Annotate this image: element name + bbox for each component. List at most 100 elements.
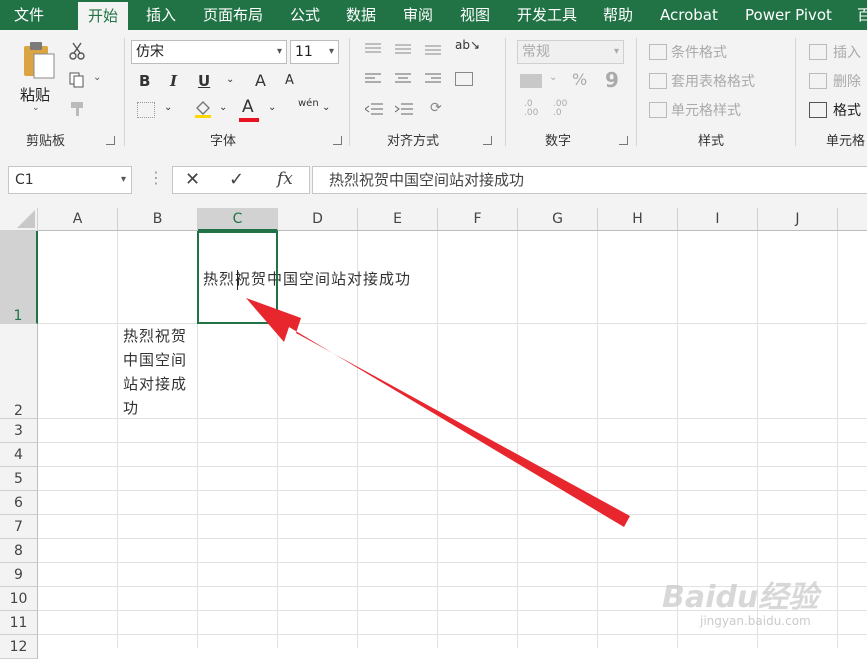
tab-acrobat[interactable]: Acrobat [660, 0, 718, 30]
tab-help[interactable]: 帮助 [603, 0, 633, 30]
align-top-icon[interactable] [365, 42, 381, 56]
fill-handle[interactable] [273, 319, 282, 328]
watermark-logo: Baidu经验 [662, 572, 818, 616]
font-color-chevron-icon[interactable]: ⌄ [268, 102, 276, 113]
row-header-11[interactable]: 11 [0, 611, 38, 635]
font-group-label: 字体 [210, 134, 237, 149]
number-dialog-launcher[interactable] [619, 136, 628, 145]
tab-more[interactable]: 百 [857, 0, 867, 30]
border-chevron-icon[interactable]: ⌄ [164, 102, 172, 113]
column-header-c[interactable]: C [198, 208, 278, 231]
paste-button[interactable]: 粘贴 ⌄ [18, 40, 58, 113]
cell-style-icon [649, 102, 667, 118]
row-header-7[interactable]: 7 [0, 515, 38, 539]
bold-button[interactable]: B [139, 72, 150, 90]
border-icon[interactable] [137, 102, 155, 118]
phonetic-chevron-icon[interactable]: ⌄ [322, 102, 330, 113]
column-header-f[interactable]: F [438, 208, 518, 231]
percent-button[interactable]: % [572, 70, 587, 89]
insert-function-button[interactable]: fx [277, 169, 293, 189]
column-header-j[interactable]: J [758, 208, 838, 231]
cancel-button[interactable]: ✕ [185, 169, 200, 190]
merge-center-icon[interactable] [455, 72, 473, 86]
name-box[interactable]: C1 ▾ [8, 166, 132, 194]
row-header-6[interactable]: 6 [0, 491, 38, 515]
alignment-dialog-launcher[interactable] [483, 136, 492, 145]
align-bottom-icon[interactable] [425, 42, 441, 56]
row-header-2[interactable]: 2 [0, 324, 38, 419]
column-header-b[interactable]: B [118, 208, 198, 231]
currency-icon[interactable] [520, 74, 542, 88]
divider [636, 38, 637, 146]
font-color-button[interactable]: A [242, 97, 254, 117]
tab-review[interactable]: 审阅 [403, 0, 433, 30]
clipboard-dialog-launcher[interactable] [106, 136, 115, 145]
decrease-decimal-icon[interactable]: .00.0 [553, 100, 567, 118]
conditional-format-icon [649, 44, 667, 60]
tab-view[interactable]: 视图 [460, 0, 490, 30]
increase-decimal-icon[interactable]: .0.00 [524, 100, 538, 118]
align-center-icon[interactable] [395, 72, 411, 86]
row-header-8[interactable]: 8 [0, 539, 38, 563]
row-header-9[interactable]: 9 [0, 563, 38, 587]
increase-indent-icon[interactable] [395, 102, 413, 116]
wrap-text-icon[interactable]: ⟳ [430, 100, 442, 116]
font-name-select[interactable]: 仿宋 ▾ [131, 40, 287, 64]
column-header-i[interactable]: I [678, 208, 758, 231]
column-header-d[interactable]: D [278, 208, 358, 231]
column-header-a[interactable]: A [38, 208, 118, 231]
column-header-h[interactable]: H [598, 208, 678, 231]
align-left-icon[interactable] [365, 72, 381, 86]
cell-b2-line: 中国空间 [123, 351, 188, 369]
cell-b2-line: 功 [123, 399, 140, 417]
underline-chevron-icon[interactable]: ⌄ [226, 74, 234, 85]
format-icon [809, 102, 827, 118]
column-header-k[interactable] [838, 208, 867, 231]
more-options-icon[interactable]: ⋮ [148, 168, 164, 187]
underline-button[interactable]: U [198, 72, 210, 90]
orientation-icon[interactable]: ab↘ [455, 38, 480, 52]
tab-home[interactable]: 开始 [78, 2, 129, 30]
tab-page-layout[interactable]: 页面布局 [203, 0, 263, 30]
font-name-value: 仿宋 [136, 44, 164, 60]
tab-power-pivot[interactable]: Power Pivot [745, 0, 832, 30]
tab-file[interactable]: 文件 [14, 0, 44, 30]
row-header-4[interactable]: 4 [0, 443, 38, 467]
select-all-corner[interactable] [0, 208, 38, 231]
italic-button[interactable]: I [170, 72, 177, 90]
cut-icon[interactable] [68, 42, 86, 60]
copy-chevron-icon[interactable]: ⌄ [93, 72, 101, 83]
row-header-12[interactable]: 12 [0, 635, 38, 659]
tab-insert[interactable]: 插入 [146, 0, 176, 30]
fill-color-icon[interactable] [193, 98, 213, 118]
row-line [38, 490, 867, 491]
align-middle-icon[interactable] [395, 42, 411, 56]
tab-formulas[interactable]: 公式 [290, 0, 320, 30]
font-size-select[interactable]: 11 ▾ [290, 40, 339, 64]
row-header-1[interactable]: 1 [0, 231, 38, 324]
comma-button[interactable]: 9 [605, 68, 619, 92]
number-format-select[interactable]: 常规 ▾ [517, 40, 624, 64]
copy-icon[interactable] [68, 71, 86, 89]
row-header-3[interactable]: 3 [0, 419, 38, 443]
tab-developer[interactable]: 开发工具 [517, 0, 577, 30]
row-header-10[interactable]: 10 [0, 587, 38, 611]
tab-data[interactable]: 数据 [346, 0, 376, 30]
currency-chevron-icon[interactable]: ⌄ [549, 72, 557, 83]
decrease-indent-icon[interactable] [365, 102, 383, 116]
fill-chevron-icon[interactable]: ⌄ [219, 102, 227, 113]
table-icon [649, 73, 667, 89]
align-right-icon[interactable] [425, 72, 441, 86]
row-line [38, 514, 867, 515]
grow-font-button[interactable]: A [255, 71, 266, 90]
column-header-e[interactable]: E [358, 208, 438, 231]
cell-b2[interactable]: 热烈祝贺 中国空间 站对接成 功 [123, 324, 197, 420]
format-painter-icon[interactable] [68, 100, 86, 118]
column-header-g[interactable]: G [518, 208, 598, 231]
enter-button[interactable]: ✓ [229, 169, 244, 190]
shrink-font-button[interactable]: A [285, 73, 294, 88]
formula-input[interactable]: 热烈祝贺中国空间站对接成功 [312, 166, 867, 194]
font-dialog-launcher[interactable] [333, 136, 342, 145]
phonetic-button[interactable]: wén [298, 98, 319, 109]
row-header-5[interactable]: 5 [0, 467, 38, 491]
